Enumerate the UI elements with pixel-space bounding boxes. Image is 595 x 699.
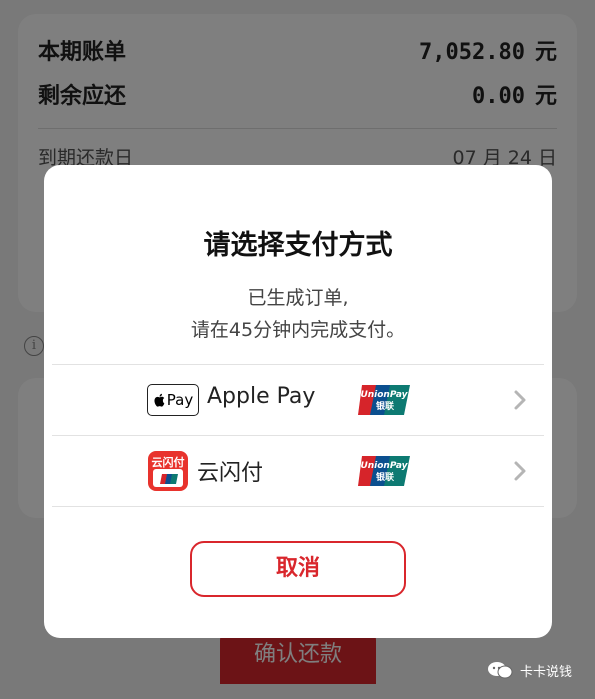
- apple-pay-icon: Pay: [147, 384, 199, 416]
- watermark-text: 卡卡说钱: [520, 664, 573, 680]
- unionpay-text: UnionPay: [360, 390, 408, 400]
- yunshanfu-label: 云闪付: [197, 461, 264, 486]
- apple-pay-badge-text: Pay: [166, 391, 194, 409]
- unionpay-text: UnionPay: [360, 461, 408, 471]
- dialog-divider: [52, 506, 544, 507]
- pay-option-yunshanfu[interactable]: 云闪付 云闪付 UnionPay 银联: [52, 436, 544, 506]
- unionpay-cn-text: 银联: [376, 471, 395, 483]
- apple-pay-label: Apple Pay: [207, 384, 316, 409]
- yunshanfu-icon: 云闪付: [148, 451, 188, 491]
- unionpay-logo-icon: UnionPay 银联: [358, 385, 410, 415]
- watermark: 卡卡说钱: [486, 660, 572, 680]
- chevron-right-icon: [514, 461, 526, 481]
- yunshanfu-icon-text: 云闪付: [151, 456, 185, 469]
- wechat-icon: [488, 662, 513, 679]
- payment-method-dialog: 请选择支付方式 已生成订单, 请在45分钟内完成支付。 Pay Apple Pa…: [44, 165, 552, 638]
- dialog-message-line2: 请在45分钟内完成支付。: [190, 319, 406, 341]
- cancel-button[interactable]: 取消: [190, 541, 406, 597]
- pay-option-apple-pay[interactable]: Pay Apple Pay UnionPay 银联: [52, 365, 544, 435]
- dialog-message-line1: 已生成订单,: [247, 287, 349, 309]
- dialog-title: 请选择支付方式: [203, 230, 393, 261]
- unionpay-logo-icon: UnionPay 银联: [358, 456, 410, 486]
- yunshanfu-card-icon: [160, 474, 178, 484]
- apple-logo-icon: [154, 393, 165, 407]
- unionpay-cn-text: 银联: [376, 400, 395, 412]
- chevron-right-icon: [514, 390, 526, 410]
